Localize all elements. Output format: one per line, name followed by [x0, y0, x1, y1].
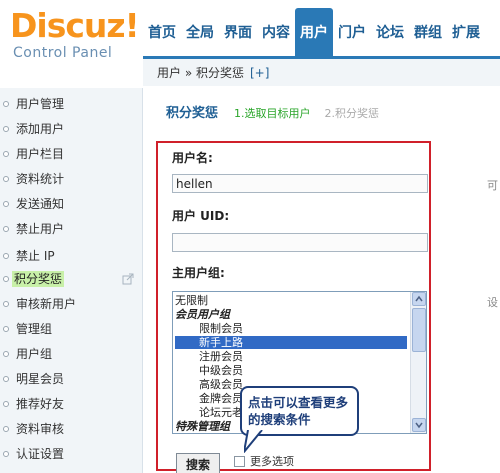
- list-item[interactable]: 限制会员: [175, 322, 407, 335]
- sidebar-item-label: 用户栏目: [16, 147, 65, 161]
- bullet-icon: [3, 126, 9, 132]
- bullet-icon: [3, 101, 9, 107]
- bullet-icon: [3, 351, 9, 357]
- sidebar-item-label: 资料审核: [16, 422, 65, 436]
- sidebar-item-label: 添加用户: [16, 122, 65, 136]
- sidebar-item-recommend-friends[interactable]: 推荐好友: [0, 393, 143, 415]
- nav-tab-home[interactable]: 首页: [143, 8, 181, 56]
- sidebar-item-audit-new-users[interactable]: 审核新用户: [0, 293, 143, 315]
- sidebar-item-label: 明星会员: [16, 372, 65, 386]
- sidebar-item-credit-reward[interactable]: 积分奖惩: [0, 268, 143, 290]
- nav-tab-interface[interactable]: 界面: [219, 8, 257, 56]
- bullet-icon: [3, 426, 9, 432]
- sidebar-item-ban-user[interactable]: 禁止用户: [0, 218, 143, 240]
- bullet-icon: [3, 376, 9, 382]
- sidebar-item-label: 用户组: [16, 347, 53, 361]
- more-options-checkbox[interactable]: [234, 456, 245, 467]
- logo[interactable]: Discuz! Control Panel: [10, 8, 145, 64]
- bullet-icon: [3, 226, 9, 232]
- scroll-thumb[interactable]: [412, 308, 426, 352]
- sidebar-item-label: 推荐好友: [16, 397, 65, 411]
- breadcrumb: 用户 » 积分奖惩 [+]: [143, 56, 500, 86]
- sidebar-item-verify-settings[interactable]: 认证设置: [0, 443, 143, 465]
- logo-brand: Discuz!: [10, 6, 140, 45]
- username-label: 用户名:: [172, 151, 213, 165]
- uid-label: 用户 UID:: [172, 209, 230, 223]
- more-options-label[interactable]: 更多选项: [250, 453, 294, 469]
- sidebar-item-add-user[interactable]: 添加用户: [0, 118, 143, 140]
- sidebar: 用户管理 添加用户 用户栏目 资料统计 发送通知 禁止用户 禁止 IP 积分奖惩…: [0, 88, 143, 473]
- open-new-window-icon[interactable]: [122, 273, 134, 285]
- add-shortcut-link[interactable]: [+]: [250, 66, 269, 80]
- nav-tab-portal[interactable]: 门户: [333, 8, 371, 56]
- sidebar-item-user-fields[interactable]: 用户栏目: [0, 143, 143, 165]
- bullet-icon: [3, 176, 9, 182]
- search-button[interactable]: 搜索: [176, 453, 220, 473]
- list-item-selected[interactable]: 新手上路: [175, 336, 407, 349]
- nav-tab-users[interactable]: 用户: [295, 8, 333, 56]
- scroll-down-button[interactable]: [412, 418, 426, 432]
- step-indicator: 积分奖惩 1.选取目标用户 2.积分奖惩: [166, 102, 379, 121]
- nav-tab-extend[interactable]: 扩展: [447, 8, 485, 56]
- sidebar-item-label: 认证设置: [16, 447, 65, 461]
- sidebar-item-label: 审核新用户: [16, 297, 77, 311]
- list-item[interactable]: 注册会员: [175, 350, 407, 363]
- tooltip-callout: 点击可以查看更多的搜索条件: [240, 386, 359, 436]
- callout-pointer-icon: [244, 430, 263, 453]
- bullet-icon: [3, 201, 9, 207]
- field-hint: 设: [487, 296, 498, 309]
- bullet-icon: [3, 151, 9, 157]
- uid-input[interactable]: [172, 233, 428, 252]
- header: Discuz! Control Panel 首页 全局 界面 内容 用户 门户 …: [0, 0, 500, 88]
- nav-tab-content[interactable]: 内容: [257, 8, 295, 56]
- page-title: 积分奖惩: [166, 106, 219, 121]
- chevron-down-icon: [415, 422, 423, 429]
- sidebar-item-label: 禁止用户: [16, 222, 65, 236]
- sidebar-item-label: 积分奖惩: [12, 271, 65, 287]
- list-item[interactable]: 无限制: [175, 294, 407, 307]
- sidebar-item-profile-stats[interactable]: 资料统计: [0, 168, 143, 190]
- username-input[interactable]: [172, 174, 428, 193]
- sidebar-item-send-notice[interactable]: 发送通知: [0, 193, 143, 215]
- sidebar-item-user-manage[interactable]: 用户管理: [0, 93, 143, 115]
- chevron-up-icon: [415, 295, 423, 302]
- sidebar-item-star-members[interactable]: 明星会员: [0, 368, 143, 390]
- sidebar-item-profile-audit[interactable]: 资料审核: [0, 418, 143, 440]
- field-hint: 可: [487, 179, 498, 192]
- logo-subtitle: Control Panel: [13, 45, 113, 61]
- step-2-pending: 2.积分奖惩: [324, 107, 380, 120]
- list-group-header: 会员用户组: [175, 308, 230, 321]
- sidebar-item-label: 管理组: [16, 322, 53, 336]
- sidebar-item-label: 用户管理: [16, 97, 65, 111]
- bullet-icon: [3, 301, 9, 307]
- sidebar-item-label: 资料统计: [16, 172, 65, 186]
- sidebar-item-label: 发送通知: [16, 197, 65, 211]
- breadcrumb-text: 用户 » 积分奖惩: [157, 66, 244, 80]
- sidebar-item-ban-ip[interactable]: 禁止 IP: [0, 245, 143, 267]
- sidebar-item-label: 禁止 IP: [16, 249, 55, 263]
- nav-tab-global[interactable]: 全局: [181, 8, 219, 56]
- sidebar-item-user-groups[interactable]: 用户组: [0, 343, 143, 365]
- sidebar-item-admin-groups[interactable]: 管理组: [0, 318, 143, 340]
- listbox-scrollbar[interactable]: [410, 292, 426, 433]
- bullet-icon: [3, 276, 9, 282]
- scroll-up-button[interactable]: [412, 292, 426, 306]
- list-item[interactable]: 中级会员: [175, 364, 407, 377]
- bullet-icon: [3, 451, 9, 457]
- bullet-icon: [3, 326, 9, 332]
- top-nav: 首页 全局 界面 内容 用户 门户 论坛 群组 扩展: [143, 8, 485, 56]
- bullet-icon: [3, 401, 9, 407]
- nav-tab-forum[interactable]: 论坛: [371, 8, 409, 56]
- nav-tab-group[interactable]: 群组: [409, 8, 447, 56]
- bullet-icon: [3, 253, 9, 259]
- step-1-current: 1.选取目标用户: [234, 107, 311, 120]
- main-group-label: 主用户组:: [172, 266, 225, 280]
